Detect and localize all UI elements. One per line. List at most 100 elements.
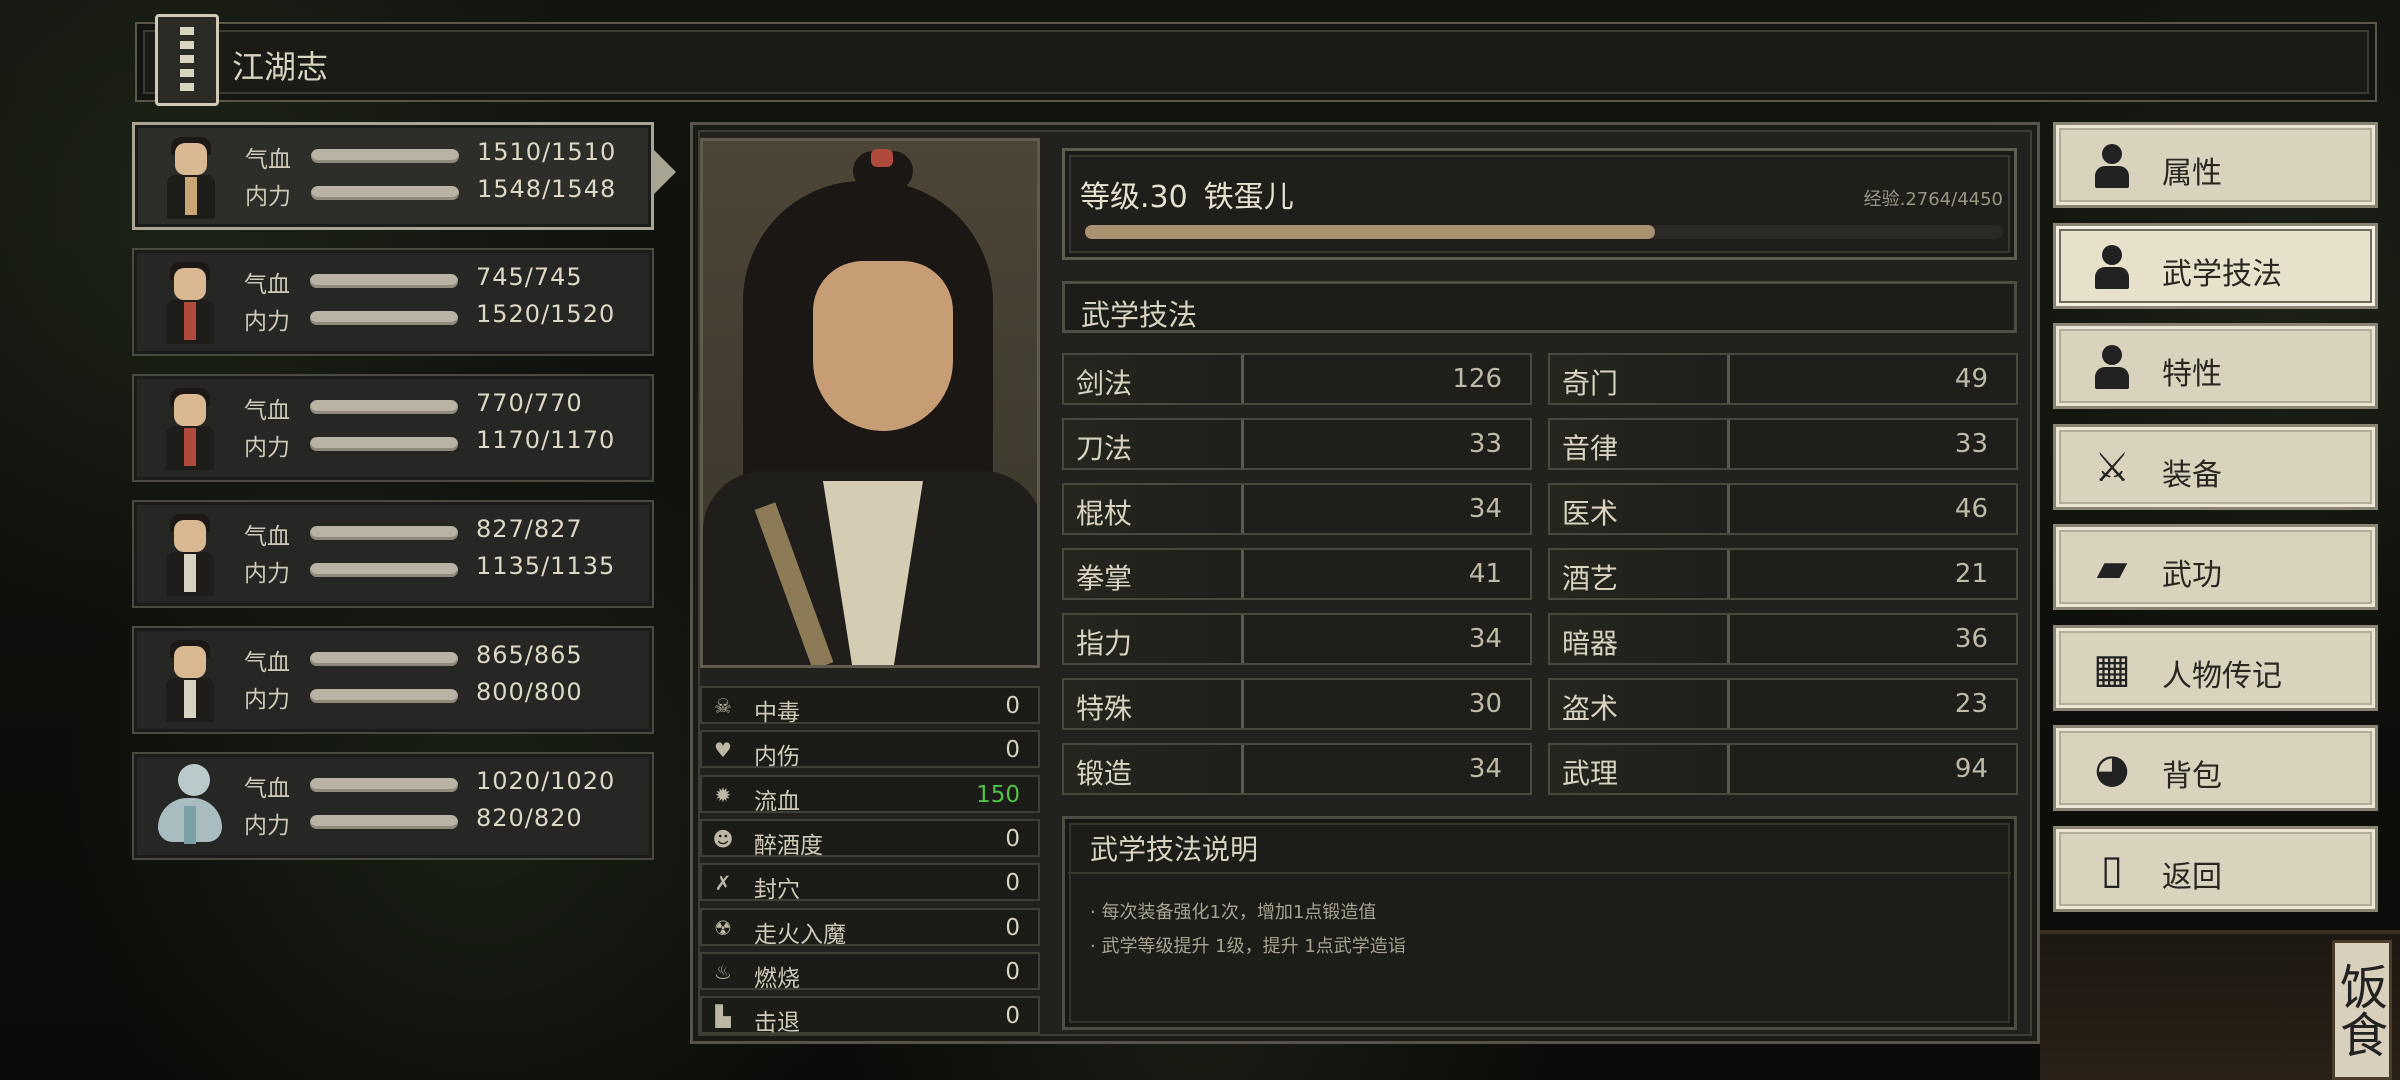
- hp-bar: [310, 778, 458, 792]
- seal-icon: ✗: [714, 871, 732, 896]
- door-icon: ▯: [2100, 846, 2123, 893]
- description-title: 武学技法说明: [1090, 833, 1259, 866]
- bleed-icon: ✹: [714, 782, 732, 807]
- skill-name: 棍杖: [1076, 497, 1133, 530]
- status-effect-row: ▙ 击退 0: [700, 996, 1040, 1036]
- journal-book-icon: [155, 14, 219, 106]
- status-effect-row: ♨ 燃烧 0: [700, 951, 1040, 992]
- sword-icon: ⚔: [2094, 444, 2130, 491]
- party-member-card[interactable]: 气血 865/865 内力 800/800: [132, 626, 654, 734]
- party-member-card[interactable]: 气血 770/770 内力 1170/1170: [132, 374, 654, 482]
- skill-name-box: 棍杖: [1064, 485, 1244, 533]
- status-effect-name: 醉酒度: [754, 832, 823, 859]
- person-heart-icon: [2088, 343, 2136, 391]
- person-aura-icon: [2088, 243, 2136, 291]
- menu-button[interactable]: 属性: [2053, 122, 2378, 208]
- status-effect-row: ✹ 流血 150: [700, 774, 1040, 815]
- status-effect-value: 0: [1005, 914, 1020, 941]
- hp-value: 770/770: [476, 389, 583, 417]
- party-member-card[interactable]: 气血 1510/1510 内力 1548/1548: [132, 122, 654, 230]
- party-member-card[interactable]: 气血 827/827 内力 1135/1135: [132, 500, 654, 608]
- skill-value: 30: [1468, 689, 1502, 719]
- party-member-card[interactable]: 气血 745/745 内力 1520/1520: [132, 248, 654, 356]
- bag-icon: ◕: [2094, 746, 2130, 792]
- status-effect-row: ☢ 走火入魔 0: [700, 907, 1040, 948]
- hp-value: 827/827: [476, 515, 583, 543]
- mp-bar: [310, 815, 458, 829]
- menu-button-label: 背包: [2162, 759, 2222, 794]
- status-effect-name: 中毒: [754, 700, 800, 726]
- menu-button-label: 武功: [2162, 558, 2222, 593]
- skill-name: 剑法: [1076, 367, 1133, 400]
- menu-button[interactable]: ▯ 返回: [2053, 825, 2378, 912]
- broken-heart-icon: ♥: [714, 738, 732, 763]
- level-and-name: 等级.30 铁蛋儿: [1080, 172, 1294, 216]
- party-member-avatar: [144, 760, 236, 852]
- skill-value: 21: [1954, 559, 1988, 589]
- status-effect-row: ♥ 内伤 0: [700, 730, 1040, 770]
- skill-value: 46: [1954, 494, 1988, 524]
- menu-button[interactable]: 特性: [2053, 323, 2378, 409]
- boot-icon: ▙: [715, 1004, 731, 1029]
- book-icon: ▰: [2096, 545, 2128, 591]
- skill-value: 34: [1468, 494, 1502, 524]
- status-effect-name: 走火入魔: [754, 921, 846, 948]
- skill-cell: 特殊 30: [1062, 678, 1532, 730]
- skill-name-box: 暗器: [1550, 615, 1730, 663]
- skill-cell: 酒艺 21: [1548, 548, 2018, 600]
- skill-name-box: 拳掌: [1064, 550, 1244, 598]
- menu-button[interactable]: ▦ 人物传记: [2053, 624, 2378, 711]
- skill-name-box: 盗术: [1550, 680, 1730, 728]
- skull-icon: ☠: [714, 694, 732, 718]
- skill-name: 酒艺: [1562, 562, 1619, 595]
- hp-label: 气血: [244, 776, 290, 802]
- hp-label: 气血: [244, 524, 290, 550]
- skill-name-box: 剑法: [1064, 355, 1244, 403]
- level-text: 等级.30: [1080, 180, 1188, 215]
- hp-value: 1020/1020: [476, 767, 616, 795]
- drunk-icon: ☻: [712, 826, 734, 851]
- skill-name: 武理: [1562, 757, 1619, 790]
- skill-value: 94: [1954, 754, 1988, 784]
- menu-button[interactable]: ◕ 背包: [2053, 725, 2378, 811]
- exp-bar-fill: [1085, 225, 1656, 239]
- status-effect-row: ☠ 中毒 0: [700, 686, 1040, 726]
- skill-name-box: 武理: [1550, 745, 1730, 793]
- menu-button[interactable]: ▰ 武功: [2053, 524, 2378, 610]
- skill-cell: 音律 33: [1548, 418, 2018, 470]
- hp-bar: [311, 149, 459, 163]
- skill-cell: 奇门 49: [1548, 353, 2018, 405]
- skill-name: 锻造: [1076, 757, 1133, 790]
- hp-bar: [310, 652, 458, 666]
- mp-bar: [310, 437, 458, 451]
- status-effect-value: 0: [1005, 693, 1020, 719]
- exp-bar: [1085, 225, 2003, 239]
- mp-label: 内力: [245, 184, 291, 210]
- status-effect-value: 150: [976, 781, 1020, 808]
- mp-value: 800/800: [476, 678, 583, 706]
- character-name: 铁蛋儿: [1203, 180, 1294, 215]
- mp-value: 1135/1135: [476, 552, 616, 580]
- menu-button[interactable]: 武学技法: [2053, 222, 2378, 309]
- skill-value: 23: [1954, 689, 1988, 719]
- menu-button[interactable]: ⚔ 装备: [2053, 423, 2378, 510]
- scroll-icon: ▦: [2093, 645, 2131, 692]
- skill-value: 41: [1468, 559, 1502, 589]
- skill-name: 暗器: [1562, 627, 1619, 660]
- status-effect-row: ✗ 封穴 0: [700, 863, 1040, 904]
- status-effect-name: 封穴: [754, 877, 800, 904]
- menu-button-label: 装备: [2162, 457, 2222, 493]
- hp-value: 1510/1510: [477, 138, 617, 166]
- menu-button-label: 返回: [2162, 859, 2222, 895]
- hp-value: 745/745: [476, 263, 583, 291]
- party-member-avatar: [144, 256, 236, 348]
- skill-name-box: 奇门: [1550, 355, 1730, 403]
- hp-bar: [310, 400, 458, 414]
- skill-name: 医术: [1562, 497, 1619, 530]
- party-member-card[interactable]: 气血 1020/1020 内力 820/820: [132, 752, 654, 860]
- skill-cell: 拳掌 41: [1062, 548, 1532, 600]
- skill-name-box: 酒艺: [1550, 550, 1730, 598]
- hp-value: 865/865: [476, 641, 583, 669]
- status-effect-value: 0: [1005, 958, 1020, 985]
- status-effect-row: ☻ 醉酒度 0: [700, 818, 1040, 859]
